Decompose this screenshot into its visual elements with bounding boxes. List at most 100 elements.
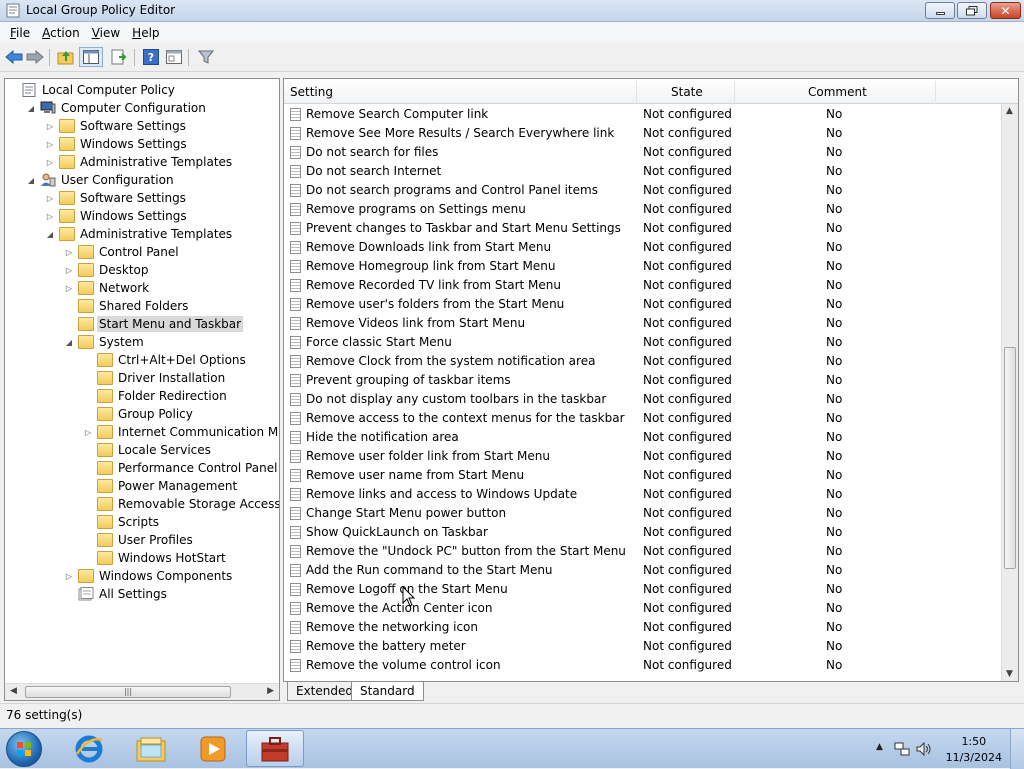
menu-file[interactable]: File bbox=[4, 26, 36, 40]
tree-item[interactable]: User Profiles bbox=[83, 531, 195, 549]
taskbar-group-policy-editor[interactable] bbox=[246, 730, 304, 767]
setting-row[interactable]: Remove Downloads link from Start Menu Not… bbox=[284, 238, 1002, 257]
minimize-button[interactable] bbox=[925, 2, 955, 19]
scroll-down-icon[interactable]: ▼ bbox=[1006, 669, 1013, 679]
scroll-right-icon[interactable]: ▶ bbox=[267, 686, 274, 696]
setting-row[interactable]: Remove user name from Start Menu Not conf… bbox=[284, 466, 1002, 485]
tree-item[interactable]: All Settings bbox=[64, 585, 169, 603]
scroll-thumb[interactable]: ||| bbox=[25, 686, 231, 698]
tree-item[interactable]: ▷ Windows Settings bbox=[45, 135, 189, 153]
taskbar-windows-explorer[interactable] bbox=[122, 730, 180, 767]
setting-row[interactable]: Remove programs on Settings menu Not conf… bbox=[284, 200, 1002, 219]
tree-item[interactable]: Windows HotStart bbox=[83, 549, 228, 567]
column-comment[interactable]: Comment bbox=[808, 85, 867, 99]
collapsed-arrow-icon[interactable]: ▷ bbox=[64, 572, 74, 581]
tree-item[interactable]: ▷ Desktop bbox=[64, 261, 151, 279]
tree-item[interactable]: Performance Control Panel bbox=[83, 459, 279, 477]
close-button[interactable]: ✕ bbox=[990, 2, 1021, 19]
setting-row[interactable]: Prevent changes to Taskbar and Start Men… bbox=[284, 219, 1002, 238]
collapsed-arrow-icon[interactable]: ▷ bbox=[64, 266, 74, 275]
setting-row[interactable]: Do not display any custom toolbars in th… bbox=[284, 390, 1002, 409]
tree-item[interactable]: ◢ System bbox=[64, 333, 146, 351]
clock[interactable]: 1:50 11/3/2024 bbox=[946, 734, 1002, 766]
setting-row[interactable]: Remove Logoff on the Start Menu Not confi… bbox=[284, 580, 1002, 599]
setting-row[interactable]: Do not search programs and Control Panel… bbox=[284, 181, 1002, 200]
tree-item[interactable]: Removable Storage Access bbox=[83, 495, 279, 513]
properties-button[interactable] bbox=[164, 47, 184, 67]
tree-item[interactable]: ▷ Software Settings bbox=[45, 117, 188, 135]
expanded-arrow-icon[interactable]: ◢ bbox=[45, 230, 55, 239]
setting-row[interactable]: Remove Recorded TV link from Start Menu N… bbox=[284, 276, 1002, 295]
setting-row[interactable]: Remove user folder link from Start Menu N… bbox=[284, 447, 1002, 466]
setting-row[interactable]: Remove the Action Center icon Not configu… bbox=[284, 599, 1002, 618]
collapsed-arrow-icon[interactable]: ▷ bbox=[64, 248, 74, 257]
tree-item[interactable]: Shared Folders bbox=[64, 297, 190, 315]
menu-help[interactable]: Help bbox=[126, 26, 165, 40]
column-state[interactable]: State bbox=[671, 85, 703, 99]
setting-row[interactable]: Do not search for files Not configured No bbox=[284, 143, 1002, 162]
setting-row[interactable]: Remove Search Computer link Not configure… bbox=[284, 105, 1002, 124]
setting-row[interactable]: Remove user's folders from the Start Men… bbox=[284, 295, 1002, 314]
tree-item[interactable]: ◢ Computer Configuration bbox=[26, 99, 208, 117]
collapsed-arrow-icon[interactable]: ▷ bbox=[45, 158, 55, 167]
tree-item[interactable]: Scripts bbox=[83, 513, 161, 531]
setting-row[interactable]: Remove links and access to Windows Updat… bbox=[284, 485, 1002, 504]
setting-row[interactable]: Hide the notification area Not configured… bbox=[284, 428, 1002, 447]
help-button[interactable]: ? bbox=[141, 47, 161, 67]
tab-standard[interactable]: Standard bbox=[351, 682, 424, 701]
horizontal-scrollbar[interactable]: ◀ ||| ▶ bbox=[5, 683, 279, 700]
tree-item[interactable]: Local Computer Policy bbox=[7, 81, 177, 99]
column-setting[interactable]: Setting bbox=[290, 85, 333, 99]
tree-item[interactable]: Power Management bbox=[83, 477, 239, 495]
menu-view[interactable]: View bbox=[86, 26, 126, 40]
scroll-thumb[interactable] bbox=[1004, 347, 1016, 569]
setting-row[interactable]: Remove Videos link from Start Menu Not co… bbox=[284, 314, 1002, 333]
collapsed-arrow-icon[interactable]: ▷ bbox=[64, 284, 74, 293]
collapsed-arrow-icon[interactable]: ▷ bbox=[45, 140, 55, 149]
filter-button[interactable] bbox=[196, 47, 216, 67]
setting-row[interactable]: Change Start Menu power button Not config… bbox=[284, 504, 1002, 523]
tree-item[interactable]: ▷ Windows Components bbox=[64, 567, 234, 585]
tree-item[interactable]: Folder Redirection bbox=[83, 387, 229, 405]
show-hidden-icons-icon[interactable]: ▲ bbox=[876, 742, 883, 752]
tree-item[interactable]: ◢ User Configuration bbox=[26, 171, 176, 189]
setting-row[interactable]: Prevent grouping of taskbar items Not con… bbox=[284, 371, 1002, 390]
scroll-up-icon[interactable]: ▲ bbox=[1006, 106, 1013, 116]
collapsed-arrow-icon[interactable]: ▷ bbox=[45, 194, 55, 203]
show-desktop-button[interactable] bbox=[1010, 729, 1024, 769]
scroll-left-icon[interactable]: ◀ bbox=[10, 686, 17, 696]
tree-item[interactable]: Group Policy bbox=[83, 405, 195, 423]
setting-row[interactable]: Remove the networking icon Not configured… bbox=[284, 618, 1002, 637]
tree-item[interactable]: Ctrl+Alt+Del Options bbox=[83, 351, 248, 369]
collapsed-arrow-icon[interactable]: ▷ bbox=[83, 428, 93, 437]
tree-item[interactable]: ▷ Network bbox=[64, 279, 151, 297]
setting-row[interactable]: Do not search Internet Not configured No bbox=[284, 162, 1002, 181]
collapsed-arrow-icon[interactable]: ▷ bbox=[45, 212, 55, 221]
forward-button[interactable] bbox=[25, 47, 45, 67]
tree-item[interactable]: Start Menu and Taskbar bbox=[64, 315, 244, 333]
restore-button[interactable] bbox=[957, 2, 987, 19]
setting-row[interactable]: Force classic Start Menu Not configured No bbox=[284, 333, 1002, 352]
tree-item[interactable]: Driver Installation bbox=[83, 369, 227, 387]
collapsed-arrow-icon[interactable]: ▷ bbox=[45, 122, 55, 131]
tree-item[interactable]: Locale Services bbox=[83, 441, 213, 459]
taskbar-media-player[interactable] bbox=[184, 730, 242, 767]
setting-row[interactable]: Remove the battery meter Not configured No bbox=[284, 637, 1002, 656]
expanded-arrow-icon[interactable]: ◢ bbox=[64, 338, 74, 347]
expanded-arrow-icon[interactable]: ◢ bbox=[26, 176, 36, 185]
setting-row[interactable]: Remove access to the context menus for t… bbox=[284, 409, 1002, 428]
volume-icon[interactable] bbox=[916, 741, 932, 757]
start-button[interactable] bbox=[6, 731, 42, 767]
tree-item[interactable]: ▷ Windows Settings bbox=[45, 207, 189, 225]
tree-item[interactable]: ▷ Software Settings bbox=[45, 189, 188, 207]
tree-item[interactable]: ◢ Administrative Templates bbox=[45, 225, 234, 243]
tree-item[interactable]: ▷ Administrative Templates bbox=[45, 153, 234, 171]
tree-item[interactable]: ▷ Control Panel bbox=[64, 243, 181, 261]
setting-row[interactable]: Remove Homegroup link from Start Menu Not… bbox=[284, 257, 1002, 276]
export-list-button[interactable] bbox=[109, 47, 129, 67]
back-button[interactable] bbox=[4, 47, 24, 67]
setting-row[interactable]: Show QuickLaunch on Taskbar Not configure… bbox=[284, 523, 1002, 542]
setting-row[interactable]: Remove the "Undock PC" button from the S… bbox=[284, 542, 1002, 561]
tree-item[interactable]: ▷ Internet Communication Manag bbox=[83, 423, 279, 441]
setting-row[interactable]: Add the Run command to the Start Menu Not… bbox=[284, 561, 1002, 580]
